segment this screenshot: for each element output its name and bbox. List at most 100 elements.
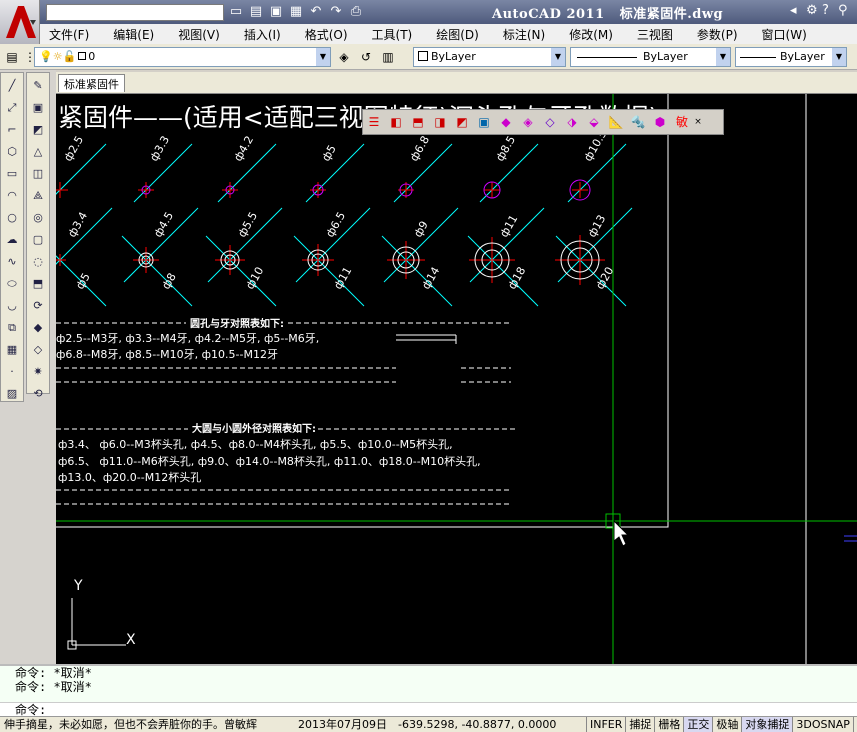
layer-combo[interactable]: 💡☼🔓 0 ▼ xyxy=(34,47,331,67)
top-view-icon[interactable]: ⬒ xyxy=(407,112,429,132)
menu-insert[interactable]: 插入(I) xyxy=(235,26,281,43)
iso-nw-icon[interactable]: ⬗ xyxy=(561,112,583,132)
right-view-icon[interactable]: ◩ xyxy=(451,112,473,132)
menu-dimension[interactable]: 标注(N) xyxy=(494,26,545,43)
linetype-combo[interactable]: ByLayer ▼ xyxy=(570,47,731,67)
doc-tab[interactable]: 标准紧固件 xyxy=(58,74,125,92)
toggle-infer[interactable]: INFER xyxy=(586,717,626,732)
toggle-more[interactable]: 对 xyxy=(852,717,857,732)
toggle-polar[interactable]: 极轴 xyxy=(712,717,742,732)
layer-manager-icon[interactable]: ▤ xyxy=(4,49,20,65)
render-icon[interactable]: ✷ xyxy=(28,361,48,381)
hole-label: ф4.5 xyxy=(151,210,176,240)
menu-edit[interactable]: 编辑(E) xyxy=(104,26,154,43)
spline-icon[interactable]: ∿ xyxy=(2,251,22,271)
back-view-icon[interactable]: ▣ xyxy=(473,112,495,132)
menu-format[interactable]: 格式(O) xyxy=(296,26,348,43)
chevron-down-icon[interactable]: ▼ xyxy=(832,48,846,66)
hatch-icon[interactable]: ▨ xyxy=(2,383,22,403)
insert-block-icon[interactable]: ⧉ xyxy=(2,317,22,337)
toggle-osnap[interactable]: 对象捕捉 xyxy=(741,717,793,732)
slice-icon[interactable]: ◇ xyxy=(28,339,48,359)
revcloud-icon[interactable]: ☁ xyxy=(2,229,22,249)
block-icon[interactable]: ⬢ xyxy=(649,112,671,132)
cylinder-icon[interactable]: ◫ xyxy=(28,163,48,183)
redo-icon[interactable]: ↷ xyxy=(328,4,344,20)
ellipse-icon[interactable]: ⬭ xyxy=(2,273,22,293)
toggle-ortho[interactable]: 正交 xyxy=(683,717,713,732)
layer-previous-icon[interactable]: ↺ xyxy=(358,49,374,65)
settings-icon[interactable]: ⚙ xyxy=(806,3,818,18)
search-icon[interactable]: ⚲ xyxy=(838,3,848,18)
menu-draw[interactable]: 绘图(D) xyxy=(427,26,479,43)
arc-icon[interactable]: ◠ xyxy=(2,185,22,205)
chevron-down-icon[interactable]: ▼ xyxy=(316,48,330,66)
extrude-icon[interactable]: ⬒ xyxy=(28,273,48,293)
new-file-icon[interactable]: ▭ xyxy=(228,4,244,20)
drawing-canvas[interactable]: 紧固件——(适用<适配三视图特征)沉头孔与牙孔数据) ф2.5 ф3.3 ф4.2 ф… xyxy=(56,94,857,664)
chevron-down-icon[interactable]: ▼ xyxy=(716,48,730,66)
section-icon[interactable]: ◆ xyxy=(28,317,48,337)
menu-modify[interactable]: 修改(M) xyxy=(560,26,613,43)
save-icon[interactable]: ▣ xyxy=(268,4,284,20)
circle-icon[interactable]: ○ xyxy=(2,207,22,227)
orbit-icon[interactable]: ⟲ xyxy=(28,383,48,403)
toggle-snap[interactable]: 捕捉 xyxy=(625,717,655,732)
front-view-icon[interactable]: ◧ xyxy=(385,112,407,132)
iso-sw-icon[interactable]: ◆ xyxy=(495,112,517,132)
3view-floating-toolbar: ☰ ◧ ⬒ ◨ ◩ ▣ ◆ ◈ ◇ ⬗ ⬙ 📐 🔩 ⬢ 敏 × xyxy=(362,109,724,135)
polygon-icon[interactable]: ⬡ xyxy=(2,141,22,161)
hole-label: ф5.5 xyxy=(235,210,260,240)
cube-icon[interactable]: ▢ xyxy=(28,229,48,249)
toggle-grid[interactable]: 栅格 xyxy=(654,717,684,732)
toggle-3dosnap[interactable]: 3DOSNAP xyxy=(792,717,853,732)
left-view-icon[interactable]: ◨ xyxy=(429,112,451,132)
box-icon[interactable]: ▣ xyxy=(28,97,48,117)
menu-parameters[interactable]: 参数(P) xyxy=(688,26,738,43)
close-icon[interactable]: × xyxy=(693,112,703,132)
cone-icon[interactable]: △ xyxy=(28,141,48,161)
sphere-icon[interactable]: ◎ xyxy=(28,207,48,227)
sensitive-icon[interactable]: 敏 xyxy=(671,112,693,132)
chevron-down-icon[interactable]: ▼ xyxy=(551,48,565,66)
iso-bottom-icon[interactable]: ⬙ xyxy=(583,112,605,132)
construction-line-icon[interactable]: ⤢ xyxy=(2,97,22,117)
rectangle-icon[interactable]: ▭ xyxy=(2,163,22,183)
iso-ne-icon[interactable]: ◇ xyxy=(539,112,561,132)
save-as-icon[interactable]: ▦ xyxy=(288,4,304,20)
measure-icon[interactable]: 📐 xyxy=(605,112,627,132)
make-current-icon[interactable]: ◈ xyxy=(336,49,352,65)
layer-states-icon[interactable]: ▥ xyxy=(380,49,396,65)
current-layer-name: 0 xyxy=(88,50,96,63)
application-menu-button[interactable] xyxy=(0,0,40,44)
ellipse-arc-icon[interactable]: ◡ xyxy=(2,295,22,315)
pyramid-icon[interactable]: ⟁ xyxy=(28,185,48,205)
plot-icon[interactable]: ⎙ xyxy=(348,4,364,20)
menu-lines-icon[interactable]: ☰ xyxy=(363,112,385,132)
undo-icon[interactable]: ↶ xyxy=(308,4,324,20)
workspace-combo[interactable] xyxy=(46,3,224,21)
open-file-icon[interactable]: ▤ xyxy=(248,4,264,20)
bolt-icon[interactable]: 🔩 xyxy=(627,112,649,132)
prev-icon[interactable]: ◂ xyxy=(790,3,797,18)
menu-3view[interactable]: 三视图 xyxy=(628,26,673,43)
menu-view[interactable]: 视图(V) xyxy=(169,26,220,43)
line-icon[interactable]: ╱ xyxy=(2,75,22,95)
revolve-icon[interactable]: ⟳ xyxy=(28,295,48,315)
erase-icon[interactable]: ✎ xyxy=(28,75,48,95)
menu-tools[interactable]: 工具(T) xyxy=(363,26,413,43)
polyline-icon[interactable]: ⌐ xyxy=(2,119,22,139)
command-input[interactable]: 命令: xyxy=(0,702,857,717)
wedge-icon[interactable]: ◩ xyxy=(28,119,48,139)
drawing-svg[interactable]: 紧固件——(适用<适配三视图特征)沉头孔与牙孔数据) ф2.5 ф3.3 ф4.2 ф… xyxy=(56,94,857,664)
point-icon[interactable]: · xyxy=(2,361,22,381)
color-combo[interactable]: ByLayer ▼ xyxy=(413,47,566,67)
help-icon[interactable]: ? xyxy=(822,3,829,18)
menu-window[interactable]: 窗口(W) xyxy=(753,26,807,43)
menu-file[interactable]: 文件(F) xyxy=(40,26,89,43)
hole-label: ф4.2 xyxy=(231,134,256,164)
iso-se-icon[interactable]: ◈ xyxy=(517,112,539,132)
make-block-icon[interactable]: ▦ xyxy=(2,339,22,359)
torus-icon[interactable]: ◌ xyxy=(28,251,48,271)
lineweight-combo[interactable]: ByLayer ▼ xyxy=(735,47,847,67)
